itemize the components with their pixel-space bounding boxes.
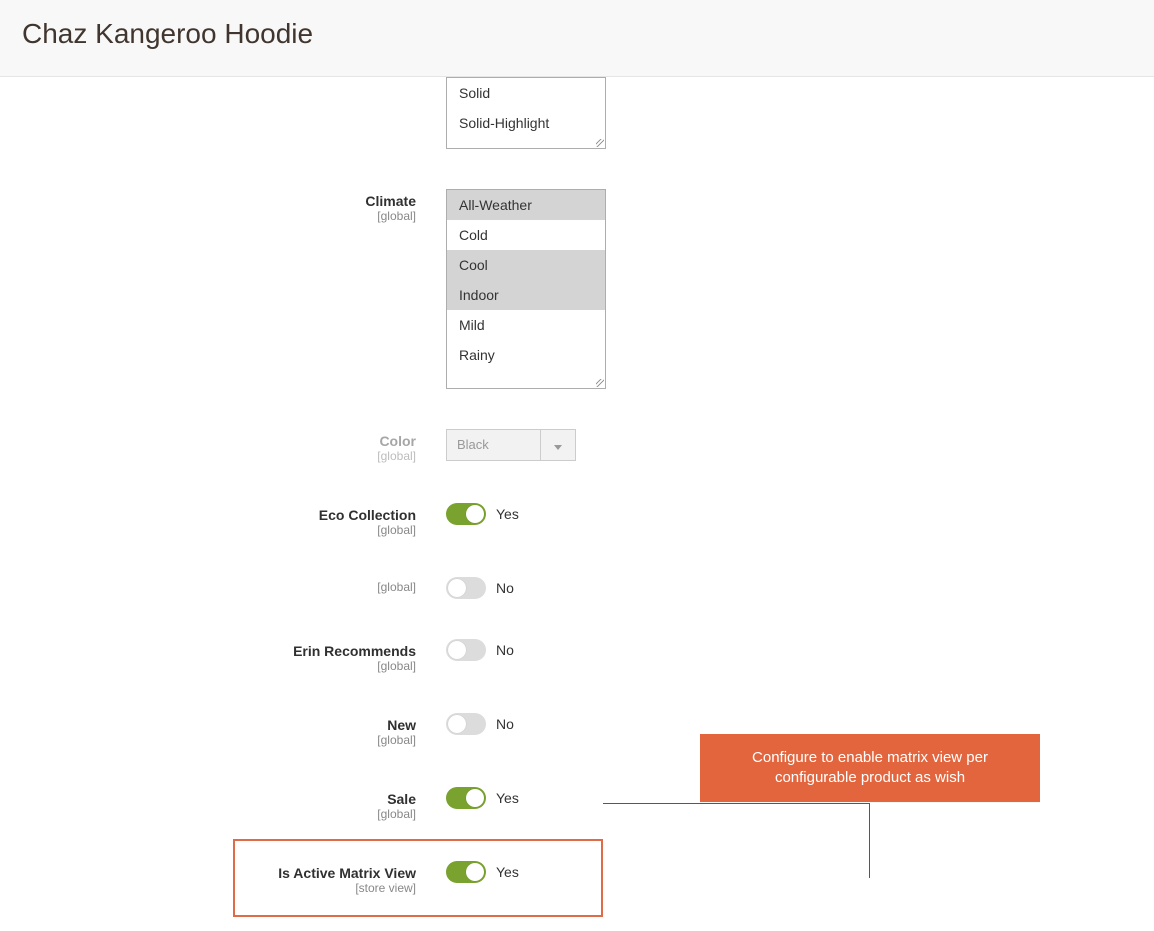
climate-option[interactable]: Mild: [447, 310, 605, 340]
matrix-callout-text: Configure to enable matrix view per conf…: [752, 749, 988, 786]
climate-option[interactable]: Rainy: [447, 340, 605, 370]
perf-scope: [global]: [0, 581, 416, 594]
color-dropdown-arrow[interactable]: [541, 430, 575, 460]
sale-scope: [global]: [0, 808, 416, 821]
erin-label: Erin Recommends: [0, 643, 416, 660]
field-erin-recommends: Erin Recommends [global] No: [0, 639, 1154, 673]
matrix-callout: Configure to enable matrix view per conf…: [700, 734, 1040, 803]
eco-toggle-value: Yes: [496, 506, 519, 522]
eco-toggle[interactable]: [446, 503, 486, 525]
erin-toggle[interactable]: [446, 639, 486, 661]
color-label-text: Color: [0, 433, 416, 450]
climate-multiselect[interactable]: All-Weather Cold Cool Indoor Mild Rainy: [446, 189, 606, 389]
field-color: Color [global] Black: [0, 429, 1154, 463]
field-color-label: Color [global]: [0, 429, 446, 463]
sale-toggle[interactable]: [446, 787, 486, 809]
climate-option[interactable]: Cool: [447, 250, 605, 280]
matrix-scope: [store view]: [0, 882, 416, 895]
color-dropdown[interactable]: Black: [446, 429, 576, 461]
new-scope: [global]: [0, 734, 416, 747]
new-label: New: [0, 717, 416, 734]
color-dropdown-value: Black: [447, 430, 541, 460]
climate-option[interactable]: Indoor: [447, 280, 605, 310]
new-toggle[interactable]: [446, 713, 486, 735]
page-title: Chaz Kangeroo Hoodie: [22, 18, 1132, 50]
climate-option[interactable]: Cold: [447, 220, 605, 250]
eco-scope: [global]: [0, 524, 416, 537]
erin-toggle-value: No: [496, 642, 514, 658]
pattern-multiselect[interactable]: Solid Solid-Highlight: [446, 77, 606, 149]
page-header: Chaz Kangeroo Hoodie: [0, 0, 1154, 77]
climate-scope: [global]: [0, 210, 416, 223]
matrix-label: Is Active Matrix View: [0, 865, 416, 882]
field-eco-collection: Eco Collection [global] Yes: [0, 503, 1154, 537]
chevron-down-icon: [554, 437, 562, 453]
erin-scope: [global]: [0, 660, 416, 673]
new-toggle-value: No: [496, 716, 514, 732]
climate-option[interactable]: All-Weather: [447, 190, 605, 220]
product-form: Solid Solid-Highlight Climate [global] A…: [0, 77, 1154, 925]
field-climate: Climate [global] All-Weather Cold Cool I…: [0, 189, 1154, 389]
sale-label: Sale: [0, 791, 416, 808]
perf-toggle[interactable]: [446, 577, 486, 599]
eco-label: Eco Collection: [0, 507, 416, 524]
field-performance-fabric: [global] No: [0, 577, 1154, 599]
field-pattern: Solid Solid-Highlight: [0, 77, 1154, 149]
sale-toggle-value: Yes: [496, 790, 519, 806]
matrix-toggle-value: Yes: [496, 864, 519, 880]
field-climate-label: Climate [global]: [0, 189, 446, 223]
color-scope: [global]: [0, 450, 416, 463]
pattern-option[interactable]: Solid: [447, 78, 605, 108]
matrix-toggle[interactable]: [446, 861, 486, 883]
climate-label-text: Climate: [0, 193, 416, 210]
field-is-active-matrix-view: Is Active Matrix View [store view] Yes: [0, 861, 1154, 895]
perf-toggle-value: No: [496, 580, 514, 596]
pattern-option[interactable]: Solid-Highlight: [447, 108, 605, 138]
field-pattern-label-col: [0, 77, 446, 81]
